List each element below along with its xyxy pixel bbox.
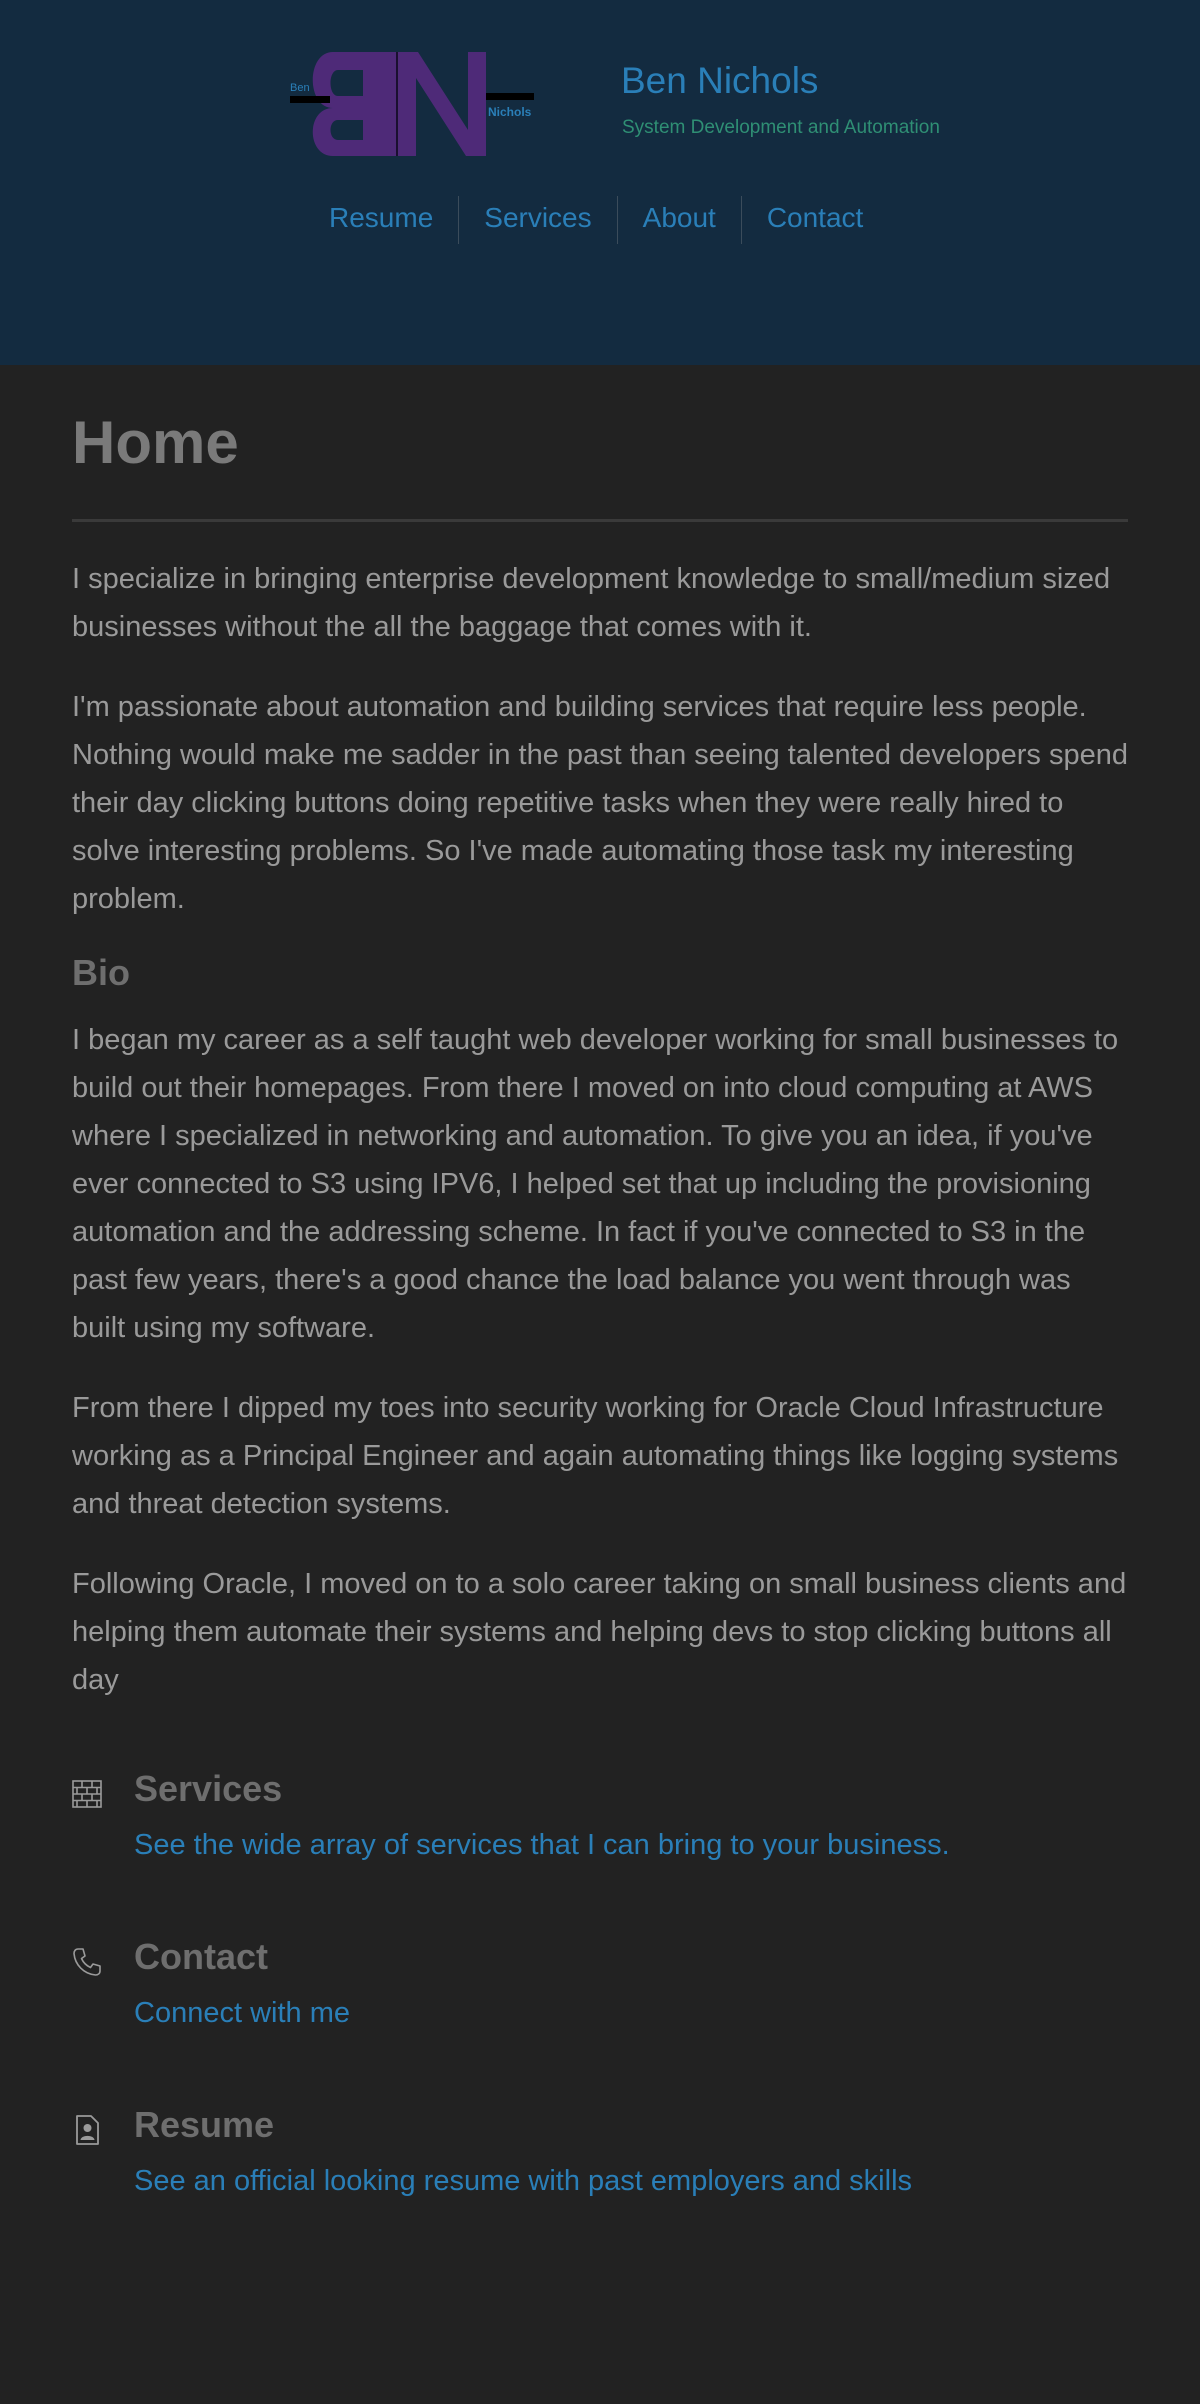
site-tagline: System Development and Automation [622,117,940,138]
bio-paragraph-2: From there I dipped my toes into securit… [72,1392,1119,1520]
feature-contact: Contact Connect with me [72,1935,1128,2045]
bio-heading: Bio [72,952,130,993]
resume-document-icon [76,2115,99,2145]
page-title: Home [72,409,239,476]
feature-resume: Resume See an official looking resume wi… [72,2103,1128,2213]
site-name[interactable]: Ben Nichols [621,60,818,102]
nav-contact[interactable]: Contact [740,196,889,244]
logo[interactable]: Ben Nichols [288,46,538,164]
nav-about[interactable]: About [616,196,741,244]
feature-contact-link[interactable]: Connect with me [134,1995,350,2031]
main-nav: Resume Services About Contact [304,196,888,244]
feature-services: Services See the wide array of services … [72,1767,1128,1877]
nav-services[interactable]: Services [458,196,616,244]
intro-paragraph-2: I'm passionate about automation and buil… [72,691,1128,915]
brick-wall-icon [72,1780,102,1808]
bio-paragraph-3: Following Oracle, I moved on to a solo c… [72,1568,1127,1696]
feature-contact-title: Contact [134,1936,268,1977]
site-header: Ben Nichols Ben Nichols System Developme… [0,0,1200,365]
logo-small-left: Ben [290,82,310,94]
logo-small-right: Nichols [488,105,532,119]
title-divider [72,519,1128,522]
phone-icon [73,1948,101,1976]
logo-mark-icon [290,52,534,156]
bio-paragraph-1: I began my career as a self taught web d… [72,1024,1119,1344]
feature-services-link[interactable]: See the wide array of services that I ca… [134,1827,950,1863]
feature-resume-link[interactable]: See an official looking resume with past… [134,2163,912,2199]
intro-paragraph-1: I specialize in bringing enterprise deve… [72,563,1111,643]
nav-resume[interactable]: Resume [304,196,458,244]
feature-resume-title: Resume [134,2104,275,2145]
feature-services-title: Services [134,1768,283,1809]
